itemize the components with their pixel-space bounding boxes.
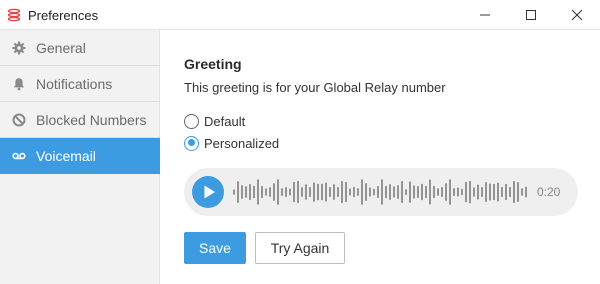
radio-default[interactable]: Default bbox=[184, 112, 245, 130]
maximize-button[interactable] bbox=[508, 0, 554, 30]
minimize-button[interactable] bbox=[462, 0, 508, 30]
voicemail-icon bbox=[12, 152, 26, 160]
radio-default-circle[interactable] bbox=[184, 113, 199, 129]
radio-default-label: Default bbox=[204, 113, 246, 129]
greeting-title: Greeting bbox=[184, 56, 242, 72]
sidebar-item-voicemail[interactable]: Voicemail bbox=[0, 138, 160, 174]
waveform[interactable] bbox=[232, 174, 530, 210]
sidebar-item-label: General bbox=[36, 40, 86, 56]
sidebar-item-label: Notifications bbox=[36, 76, 113, 92]
bell-icon bbox=[13, 78, 25, 91]
audio-player: 0:20 bbox=[184, 168, 578, 216]
close-button[interactable] bbox=[554, 0, 600, 30]
audio-duration: 0:20 bbox=[537, 185, 561, 199]
close-icon bbox=[571, 9, 583, 21]
minimize-icon bbox=[480, 14, 490, 16]
radio-personalized[interactable]: Personalized bbox=[184, 134, 279, 152]
play-icon bbox=[204, 185, 215, 199]
gear-icon bbox=[12, 41, 26, 55]
try-again-button[interactable]: Try Again bbox=[255, 232, 345, 264]
sidebar: General Notifications Blocked Numbers Vo… bbox=[0, 30, 160, 284]
radio-personalized-label: Personalized bbox=[204, 135, 280, 151]
maximize-icon bbox=[526, 10, 536, 20]
radio-personalized-circle[interactable] bbox=[184, 135, 199, 151]
app-logo-icon bbox=[7, 8, 21, 22]
blocked-icon bbox=[12, 113, 26, 127]
sidebar-item-notifications[interactable]: Notifications bbox=[0, 66, 160, 102]
sidebar-item-label: Blocked Numbers bbox=[36, 112, 147, 128]
window-title: Preferences bbox=[28, 8, 99, 23]
greeting-description: This greeting is for your Global Relay n… bbox=[184, 80, 446, 95]
title-bar: Preferences bbox=[0, 0, 600, 30]
sidebar-item-blocked-numbers[interactable]: Blocked Numbers bbox=[0, 102, 160, 138]
sidebar-item-label: Voicemail bbox=[36, 148, 96, 164]
voicemail-panel: Greeting This greeting is for your Globa… bbox=[161, 31, 600, 284]
play-button[interactable] bbox=[192, 176, 224, 208]
save-button[interactable]: Save bbox=[184, 232, 246, 264]
sidebar-item-general[interactable]: General bbox=[0, 30, 160, 66]
